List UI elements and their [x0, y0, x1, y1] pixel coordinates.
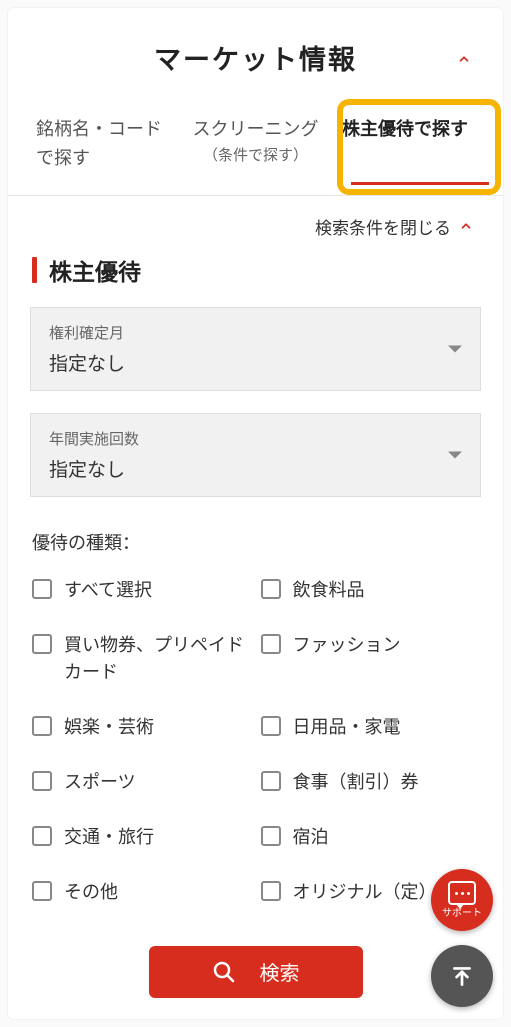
- support-fab-label: サポート: [442, 909, 482, 919]
- checkbox-label: 娯楽・芸術: [64, 714, 154, 741]
- benefit-type-checkboxes: すべて選択 飲食料品 買い物券、プリペイドカード ファッション 娯楽・芸術 日用…: [8, 571, 503, 906]
- checkbox-label: 日用品・家電: [293, 714, 401, 741]
- select-annual-count[interactable]: 年間実施回数 指定なし: [30, 413, 481, 497]
- select-value: 指定なし: [49, 455, 462, 482]
- checkbox-box-icon: [32, 771, 52, 791]
- market-info-card: マーケット情報 銘柄名・コードで探す スクリーニング （条件で探す） 株主優待で…: [8, 8, 503, 1019]
- checkbox-box-icon: [32, 579, 52, 599]
- checkbox-food-drink[interactable]: 飲食料品: [261, 577, 480, 604]
- select-label: 年間実施回数: [49, 428, 462, 449]
- active-tab-underline: [351, 182, 489, 185]
- search-icon: [212, 960, 236, 984]
- checkbox-entertainment[interactable]: 娯楽・芸術: [32, 714, 251, 741]
- checkbox-label: 買い物券、プリペイドカード: [64, 632, 251, 686]
- checkbox-label: すべて選択: [64, 577, 152, 604]
- checkbox-label: 飲食料品: [293, 577, 365, 604]
- checkbox-label: その他: [64, 879, 118, 906]
- checkbox-fashion[interactable]: ファッション: [261, 632, 480, 686]
- select-label: 権利確定月: [49, 322, 462, 343]
- chat-icon: [448, 881, 476, 905]
- types-label: 優待の種類：: [8, 519, 503, 571]
- close-search-label: 検索条件を閉じる: [315, 214, 451, 239]
- checkbox-box-icon: [261, 634, 281, 654]
- tab-label: 銘柄名・コードで探す: [36, 119, 162, 168]
- page-title: マーケット情報: [154, 38, 357, 77]
- checkbox-sports[interactable]: スポーツ: [32, 769, 251, 796]
- checkbox-box-icon: [32, 634, 52, 654]
- checkbox-lodging[interactable]: 宿泊: [261, 824, 480, 851]
- close-search-row[interactable]: 検索条件を閉じる: [8, 196, 503, 249]
- chevron-down-icon: [448, 451, 462, 458]
- search-button-label: 検索: [260, 957, 300, 986]
- checkbox-box-icon: [261, 881, 281, 901]
- chevron-down-icon: [448, 345, 462, 352]
- header: マーケット情報: [8, 8, 503, 105]
- checkbox-other[interactable]: その他: [32, 879, 251, 906]
- tab-screening[interactable]: スクリーニング （条件で探す）: [179, 105, 332, 195]
- tab-search-by-name-code[interactable]: 銘柄名・コードで探す: [26, 105, 179, 195]
- checkbox-travel[interactable]: 交通・旅行: [32, 824, 251, 851]
- checkbox-box-icon: [32, 881, 52, 901]
- checkbox-label: ファッション: [293, 632, 401, 659]
- select-right-month[interactable]: 権利確定月 指定なし: [30, 307, 481, 391]
- checkbox-daily-goods[interactable]: 日用品・家電: [261, 714, 480, 741]
- search-button[interactable]: 検索: [149, 946, 363, 998]
- checkbox-vouchers[interactable]: 買い物券、プリペイドカード: [32, 632, 251, 686]
- tab-label: スクリーニング: [193, 119, 319, 139]
- scroll-to-top-fab[interactable]: [431, 945, 493, 1007]
- tab-label: 株主優待で探す: [342, 119, 468, 139]
- checkbox-label: 食事（割引）券: [293, 769, 419, 796]
- checkbox-box-icon: [261, 826, 281, 846]
- checkbox-label: オリジナル（定）: [293, 879, 437, 906]
- support-fab[interactable]: サポート: [431, 869, 493, 931]
- section-header: 株主優待: [8, 249, 503, 307]
- chevron-up-icon: [459, 219, 473, 233]
- checkbox-select-all[interactable]: すべて選択: [32, 577, 251, 604]
- checkbox-label: 交通・旅行: [64, 824, 154, 851]
- checkbox-box-icon: [32, 716, 52, 736]
- tab-sublabel: （条件で探す）: [189, 144, 322, 168]
- checkbox-label: 宿泊: [293, 824, 329, 851]
- checkbox-box-icon: [261, 716, 281, 736]
- checkbox-box-icon: [261, 579, 281, 599]
- arrow-top-icon: [449, 963, 475, 989]
- checkbox-box-icon: [261, 771, 281, 791]
- checkbox-box-icon: [32, 826, 52, 846]
- checkbox-meal-coupon[interactable]: 食事（割引）券: [261, 769, 480, 796]
- select-value: 指定なし: [49, 349, 462, 376]
- collapse-chevron-icon[interactable]: [457, 52, 471, 71]
- section-title: 株主優待: [49, 253, 141, 287]
- section-accent-bar: [32, 257, 37, 283]
- checkbox-label: スポーツ: [64, 769, 136, 796]
